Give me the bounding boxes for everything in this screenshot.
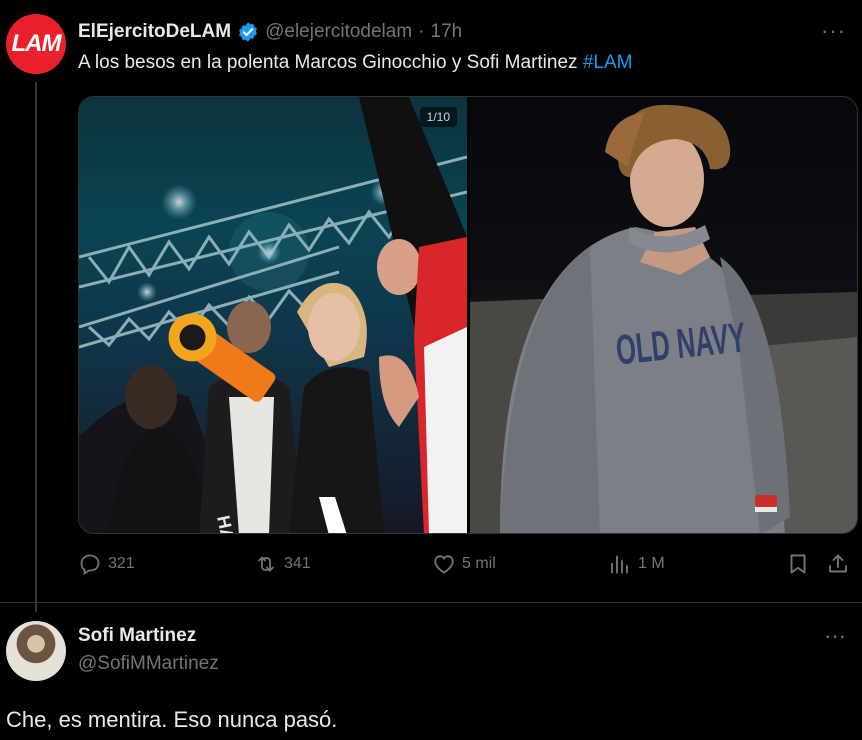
tweet-time[interactable]: 17h [431,21,463,43]
tweet-text-body: A los besos en la polenta Marcos Ginocch… [78,52,583,73]
reply-count: 321 [108,555,135,572]
media-counter: 1/10 [419,107,457,127]
reply-author-name[interactable]: Sofi Martinez [78,625,196,647]
share-button[interactable] [826,552,856,576]
sofi-avatar[interactable] [6,621,66,681]
tweet-header: ElEjercitoDeLAM @elejercitodelam · 17h [78,18,462,46]
repost-button[interactable]: 341 [254,552,311,576]
reply-icon [80,554,100,576]
portrait-photo[interactable]: OLD NAVY [470,97,857,533]
view-count: 1 M [638,555,665,572]
reply-author-handle[interactable]: @SofiMMartinez [78,653,219,675]
reply-more-options-icon[interactable]: ··· [824,623,846,649]
concert-scene-illustration: HARRY [79,97,467,533]
tweet[interactable]: LAM ElEjercitoDeLAM @elejercitodelam · 1… [0,0,862,612]
reply-text: Che, es mentira. Eso nunca pasó. [6,707,338,732]
tweet-actions: 321 341 5 mil 1 M [78,552,858,586]
tweet-text: A los besos en la polenta Marcos Ginocch… [78,50,632,76]
like-button[interactable]: 5 mil [432,552,496,576]
repost-icon [258,556,274,572]
bookmark-icon [790,554,806,574]
author-handle[interactable]: @elejercitodelam [265,21,412,43]
author-name[interactable]: ElEjercitoDeLAM [78,21,231,43]
thread-line [35,82,37,612]
bookmark-button[interactable] [786,552,816,576]
views-icon [611,555,628,574]
views-button[interactable]: 1 M [608,552,665,576]
heart-icon [434,555,454,574]
reply-tweet[interactable]: Sofi Martinez @SofiMMartinez ··· Che, es… [0,602,862,740]
repost-count: 341 [284,555,311,572]
verified-badge-icon [239,22,257,42]
more-options-icon[interactable]: ··· [821,18,846,44]
reply-button[interactable]: 321 [78,552,135,576]
portrait-illustration: OLD NAVY [470,104,857,533]
separator-dot: · [418,21,425,42]
hashtag-link[interactable]: #LAM [583,52,633,73]
concert-photo[interactable]: HARRY 1/10 [79,97,467,533]
like-count: 5 mil [462,555,496,572]
share-icon [829,554,847,573]
media-gallery[interactable]: HARRY 1/10 [78,96,858,534]
lam-avatar[interactable]: LAM [6,14,66,74]
lam-logo-text: LAM [11,30,62,57]
